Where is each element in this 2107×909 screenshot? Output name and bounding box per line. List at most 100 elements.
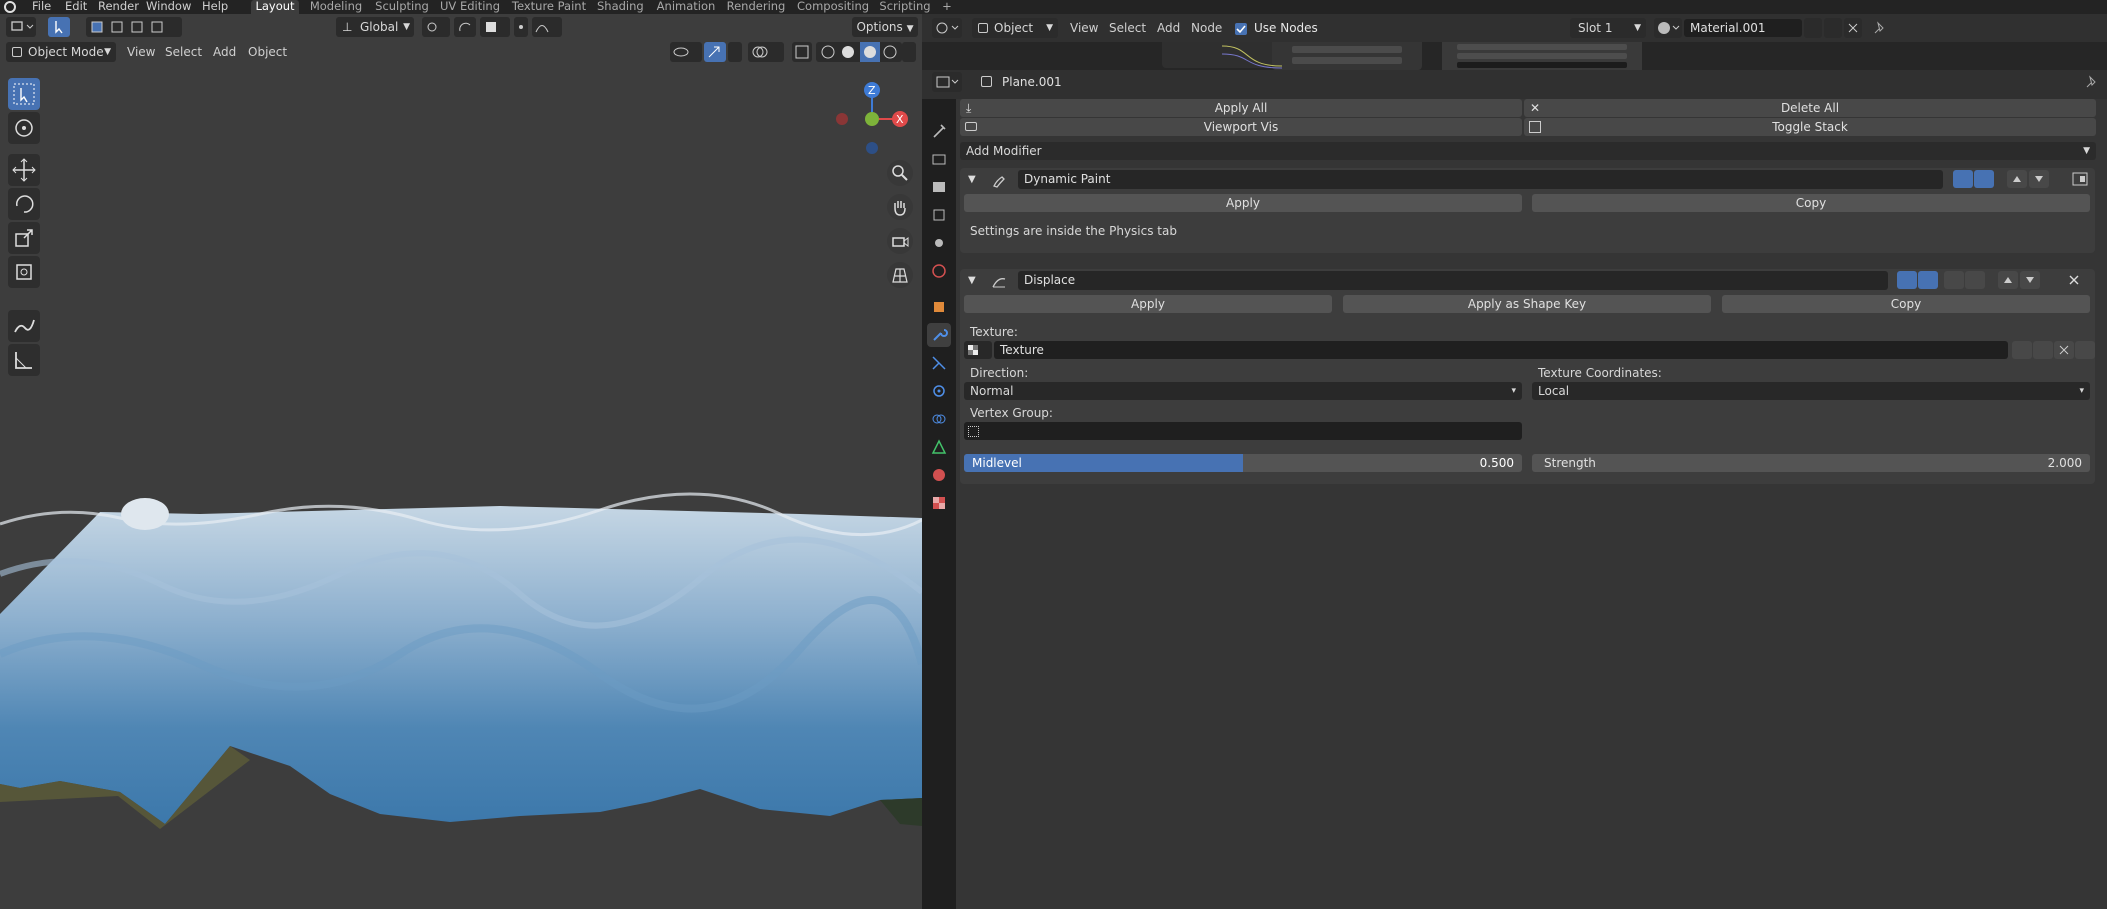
particles-tab-icon[interactable] [927, 351, 951, 375]
cage-icon[interactable] [1965, 271, 1985, 289]
viewport-vis-button[interactable]: Viewport Vis [960, 118, 1522, 136]
scale-tool[interactable] [8, 222, 40, 254]
realtime-monitor-icon[interactable] [1918, 271, 1938, 289]
xray-icon[interactable] [792, 42, 812, 62]
properties-editor-type-icon[interactable] [932, 72, 962, 92]
slot-dropdown[interactable]: Slot 1 ▼ [1570, 18, 1646, 38]
menu-help[interactable]: Help [202, 0, 228, 14]
editor-type-icon[interactable] [6, 17, 36, 37]
use-nodes-checkbox[interactable] [1235, 23, 1247, 35]
mode-dropdown[interactable]: Object Mode ▼ [6, 42, 116, 62]
zoom-icon[interactable] [887, 160, 913, 186]
node-menu-view[interactable]: View [1070, 18, 1098, 38]
tab-sculpting[interactable]: Sculpting [373, 0, 431, 14]
remove-modifier-icon[interactable] [2064, 271, 2084, 289]
rotate-tool[interactable] [8, 188, 40, 220]
delete-all-button[interactable]: ✕ Delete All [1524, 99, 2096, 117]
selection-mode-icons[interactable] [86, 17, 182, 37]
texture-browse-icon[interactable] [964, 341, 992, 359]
node-menu-add[interactable]: Add [1157, 18, 1180, 38]
tab-texture-paint[interactable]: Texture Paint [511, 0, 587, 14]
editor-type-icon[interactable] [932, 18, 962, 38]
tab-shading[interactable]: Shading [597, 0, 644, 14]
blender-logo-icon[interactable] [4, 1, 16, 13]
pivot-point-icon[interactable] [422, 17, 450, 37]
texture-coordinates-dropdown[interactable]: Local ▾ [1532, 382, 2090, 400]
3d-viewport[interactable]: ⊥ Global ▼ Options ▼ Object Mode ▼ View [0, 14, 922, 909]
material-browse-icon[interactable] [1654, 18, 1682, 38]
move-up-icon[interactable] [2007, 170, 2027, 188]
vertex-group-field[interactable] [964, 422, 1522, 440]
data-tab-icon[interactable] [927, 435, 951, 459]
menu-render[interactable]: Render [98, 0, 139, 14]
tab-layout[interactable]: Layout [251, 0, 299, 14]
snap-target-icon[interactable] [480, 17, 510, 37]
extra-options-icon[interactable] [2070, 170, 2090, 188]
select-tool-icon[interactable] [48, 17, 70, 37]
options-dropdown[interactable]: Options ▼ [852, 17, 918, 37]
shading-mode-icons[interactable] [816, 42, 902, 62]
apply-all-button[interactable]: ⤓ Apply All [960, 99, 1522, 117]
fake-user-shield-icon[interactable] [1804, 18, 1822, 38]
constraints-tab-icon[interactable] [927, 407, 951, 431]
render-camera-icon[interactable] [1953, 170, 1973, 188]
world-tab-icon[interactable] [927, 259, 951, 283]
dynamic-paint-name-field[interactable]: Dynamic Paint [1018, 170, 1943, 189]
hand-pan-icon[interactable] [887, 194, 913, 220]
texture-settings-icon[interactable] [2075, 341, 2095, 359]
duplicate-icon[interactable] [2033, 341, 2053, 359]
output-tab-icon[interactable] [927, 175, 951, 199]
render-camera-icon[interactable] [1897, 271, 1917, 289]
move-tool[interactable] [8, 154, 40, 186]
overlays-icon[interactable] [748, 42, 784, 62]
menu-select[interactable]: Select [165, 42, 202, 62]
measure-tool[interactable] [8, 344, 40, 376]
move-down-icon[interactable] [2029, 170, 2049, 188]
camera-view-icon[interactable] [887, 228, 913, 254]
view-layer-tab-icon[interactable] [927, 203, 951, 227]
close-icon[interactable] [1844, 18, 1862, 38]
toggle-stack-button[interactable]: Toggle Stack [1524, 118, 2096, 136]
dynamic-paint-apply-button[interactable]: Apply [964, 194, 1522, 212]
realtime-monitor-icon[interactable] [1974, 170, 1994, 188]
proportional-edit-icon[interactable] [514, 17, 528, 37]
midlevel-slider[interactable]: Midlevel 0.500 [964, 454, 1522, 472]
chevron-down-icon[interactable] [728, 42, 742, 62]
tab-uv-editing[interactable]: UV Editing [440, 0, 500, 14]
strength-field[interactable]: Strength 2.000 [1532, 454, 2090, 472]
collapse-arrow-icon[interactable]: ▼ [968, 275, 976, 286]
move-down-icon[interactable] [2020, 271, 2040, 289]
falloff-icon[interactable] [532, 17, 562, 37]
tool-tab-icon[interactable] [927, 119, 951, 143]
menu-window[interactable]: Window [146, 0, 191, 14]
node-menu-node[interactable]: Node [1191, 18, 1222, 38]
menu-edit[interactable]: Edit [65, 0, 87, 14]
menu-file[interactable]: File [32, 0, 51, 14]
annotate-tool[interactable] [8, 310, 40, 342]
displace-apply-button[interactable]: Apply [964, 295, 1332, 313]
tab-scripting[interactable]: Scripting [877, 0, 933, 14]
menu-object[interactable]: Object [248, 42, 287, 62]
pin-icon[interactable] [1870, 18, 1888, 38]
modifier-wrench-tab-icon[interactable] [927, 323, 951, 347]
duplicate-icon[interactable] [1824, 18, 1842, 38]
chevron-down-icon[interactable] [902, 42, 916, 62]
snap-icon[interactable] [454, 17, 476, 37]
node-canvas[interactable] [922, 42, 2107, 70]
fake-user-shield-icon[interactable] [2012, 341, 2032, 359]
scene-tab-icon[interactable] [927, 231, 951, 255]
tab-compositing[interactable]: Compositing [797, 0, 869, 14]
tab-animation[interactable]: Animation [655, 0, 717, 14]
menu-view[interactable]: View [127, 42, 155, 62]
material-tab-icon[interactable] [927, 463, 951, 487]
pin-icon[interactable] [2082, 72, 2100, 92]
add-modifier-dropdown[interactable]: Add Modifier ▼ [960, 142, 2096, 160]
texture-name-field[interactable]: Texture [994, 341, 2008, 359]
displace-copy-button[interactable]: Copy [1722, 295, 2090, 313]
render-tab-icon[interactable] [927, 147, 951, 171]
visibility-icon[interactable] [670, 42, 702, 62]
perspective-grid-icon[interactable] [887, 262, 913, 288]
texture-tab-icon[interactable] [927, 491, 951, 515]
dynamic-paint-copy-button[interactable]: Copy [1532, 194, 2090, 212]
shader-type-dropdown[interactable]: Object ▼ [972, 18, 1058, 38]
